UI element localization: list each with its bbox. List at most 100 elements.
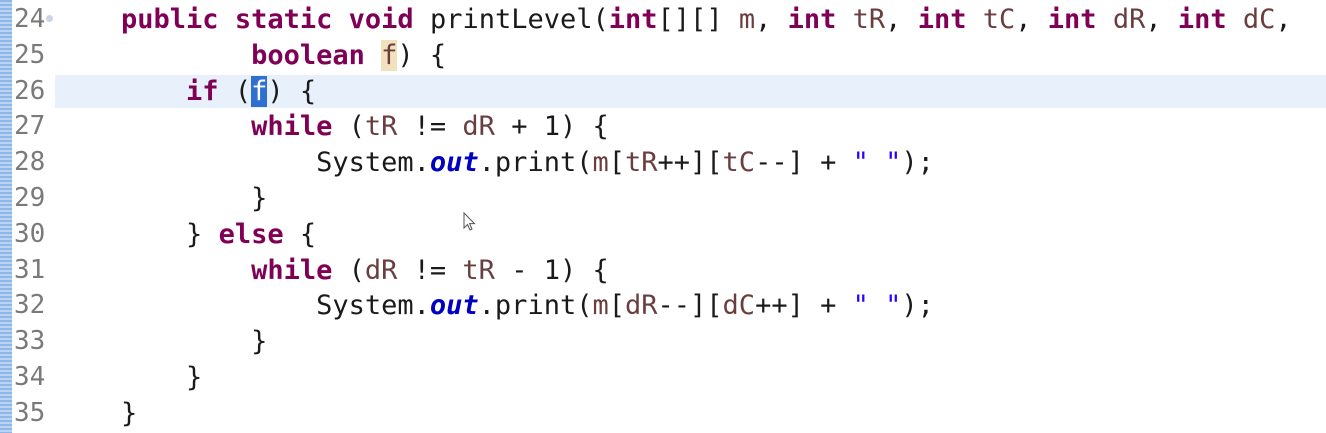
static-field-token: out [429, 290, 479, 322]
code-line[interactable]: 24 public static void printLevel(int[][]… [12, 2, 1326, 38]
code-token: } [186, 361, 203, 393]
code-token: ) { [267, 75, 317, 107]
code-text[interactable]: System.out.print(m[dR--][dC++] + " "); [56, 288, 934, 324]
code-text[interactable]: if (f) { [56, 74, 316, 110]
variable-token: tR [462, 254, 495, 286]
code-token: , [1275, 4, 1292, 35]
code-lines[interactable]: 24 public static void printLevel(int[][]… [12, 2, 1326, 432]
code-token: [ [608, 147, 625, 179]
code-token: + 1) { [494, 111, 609, 143]
keyword-token: static [234, 4, 333, 35]
keyword-token: void [348, 4, 414, 35]
line-number: 25 [14, 39, 46, 70]
variable-token: dR [625, 290, 658, 322]
code-line[interactable]: 29 } [12, 181, 1326, 217]
selected-token: f [251, 75, 268, 107]
line-number: 32 [14, 290, 46, 321]
code-text[interactable]: } else { [56, 217, 316, 253]
code-token: , [885, 4, 918, 35]
code-token: .print( [478, 290, 593, 322]
code-token: ++][ [657, 147, 723, 179]
code-token: - 1) { [494, 254, 609, 286]
line-number: 29 [14, 182, 46, 213]
code-line[interactable]: 35 } [12, 396, 1326, 432]
code-line[interactable]: 30 } else { [12, 217, 1326, 253]
variable-token: dC [722, 290, 756, 322]
code-token: != [397, 111, 463, 143]
code-token: .print( [478, 147, 593, 179]
keyword-token: int [917, 4, 967, 35]
occurrence-token: f [381, 39, 398, 71]
code-text[interactable]: System.out.print(m[tR++][tC--] + " "); [56, 145, 934, 181]
code-token: ++] + [755, 290, 853, 322]
code-token: ( [218, 75, 252, 107]
variable-token: m [738, 4, 756, 35]
code-line[interactable]: 27 while (tR != dR + 1) { [12, 109, 1326, 145]
code-text[interactable]: public static void printLevel(int[][] m,… [56, 2, 1292, 38]
code-line[interactable]: 32 System.out.print(m[dR--][dC++] + " ")… [12, 288, 1326, 324]
variable-token: m [592, 147, 609, 179]
code-line[interactable]: 26 if (f) { [12, 74, 1326, 110]
keyword-token: public [121, 4, 219, 35]
line-number: 26 [14, 75, 46, 106]
static-field-token: out [429, 147, 479, 179]
line-number: 28 [14, 147, 46, 178]
code-token: --][ [657, 290, 723, 322]
variable-token: dR [462, 111, 495, 143]
code-token: ( [332, 111, 365, 143]
code-text[interactable]: boolean f) { [56, 38, 446, 74]
code-editor[interactable]: 24 public static void printLevel(int[][]… [0, 0, 1326, 433]
code-token: --] + [755, 147, 853, 179]
code-text[interactable]: while (dR != tR - 1) { [56, 253, 609, 289]
code-token: { [283, 218, 317, 250]
code-line[interactable]: 33 } [12, 324, 1326, 360]
editor-left-ruler [0, 0, 12, 433]
code-token: , [1145, 4, 1178, 35]
fold-marker-icon[interactable] [46, 15, 53, 22]
code-text[interactable]: } [56, 324, 267, 360]
code-text[interactable]: } [56, 360, 202, 396]
code-line[interactable]: 31 while (dR != tR - 1) { [12, 253, 1326, 289]
code-token: } [121, 397, 138, 429]
keyword-token: if [186, 75, 219, 107]
variable-token: tR [852, 4, 886, 35]
code-token: } [251, 182, 268, 214]
line-number: 30 [14, 218, 46, 249]
keyword-token: int [1047, 4, 1097, 35]
mouse-pointer-icon [463, 212, 476, 231]
variable-token: tC [722, 147, 756, 179]
code-token: [ [608, 290, 625, 322]
variable-token: tR [364, 111, 398, 143]
keyword-token: int [787, 4, 837, 35]
string-token: " " [852, 290, 902, 322]
keyword-token: int [1177, 4, 1227, 35]
code-text[interactable]: } [56, 396, 137, 432]
code-token: ( [332, 254, 365, 286]
variable-token: dR [1112, 4, 1146, 35]
code-line[interactable]: 34 } [12, 360, 1326, 396]
variable-token: dC [1242, 4, 1276, 35]
code-line[interactable]: 25 boolean f) { [12, 38, 1326, 74]
code-line[interactable]: 28 System.out.print(m[tR++][tC--] + " ")… [12, 145, 1326, 181]
code-token: , [1015, 4, 1048, 35]
code-text[interactable]: while (tR != dR + 1) { [56, 109, 609, 145]
code-text[interactable]: } [56, 181, 267, 217]
keyword-token: while [251, 254, 333, 286]
code-token: [][] [657, 4, 739, 35]
line-number: 35 [14, 397, 46, 428]
